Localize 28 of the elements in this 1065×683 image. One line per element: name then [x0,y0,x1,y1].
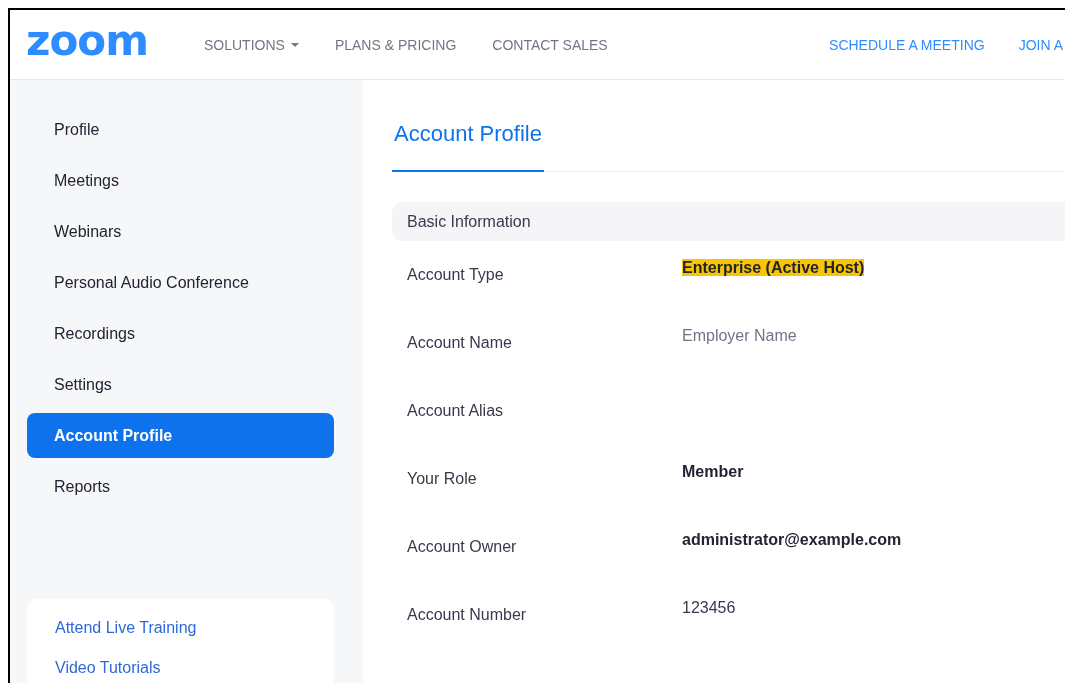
section-header: Basic Information [392,202,1065,241]
header-link[interactable]: JOIN A [1018,36,1063,53]
sidebar-item[interactable]: Personal Audio Conference [27,260,334,305]
field-label: Your Role [407,470,478,488]
field-label: Account Name [407,334,513,352]
field-value: Enterprise (Active Host) [682,259,865,276]
field-label: Account Type [407,266,505,284]
sidebar-item[interactable]: Settings [27,362,334,407]
field-value: administrator@example.com [682,531,902,548]
field-value: Member [682,463,744,480]
field-label: Account Number [407,606,528,624]
sidebar-item[interactable]: Account Profile [27,413,334,458]
sidebar-item[interactable]: Webinars [27,209,334,254]
sidebar-item[interactable]: Recordings [27,311,334,356]
nav-link[interactable]: SOLUTIONS [204,36,299,53]
help-link[interactable]: Attend Live Training [55,619,306,637]
page-tab[interactable]: Account Profile [392,121,544,172]
field-label: Account Owner [407,538,518,556]
field-value: 123456 [682,599,736,616]
field-label: Account Alias [407,402,505,420]
sidebar-item[interactable]: Meetings [27,158,334,203]
nav-link[interactable]: CONTACT SALES [492,36,608,53]
sidebar-item[interactable]: Reports [27,464,334,509]
nav-link[interactable]: PLANS & PRICING [334,36,457,53]
header-link[interactable]: SCHEDULE A MEETING [829,36,985,53]
sidebar-item[interactable]: Profile [27,107,334,152]
zoom-logo[interactable]: zoom [26,19,204,62]
help-link[interactable]: Video Tutorials [55,659,306,677]
